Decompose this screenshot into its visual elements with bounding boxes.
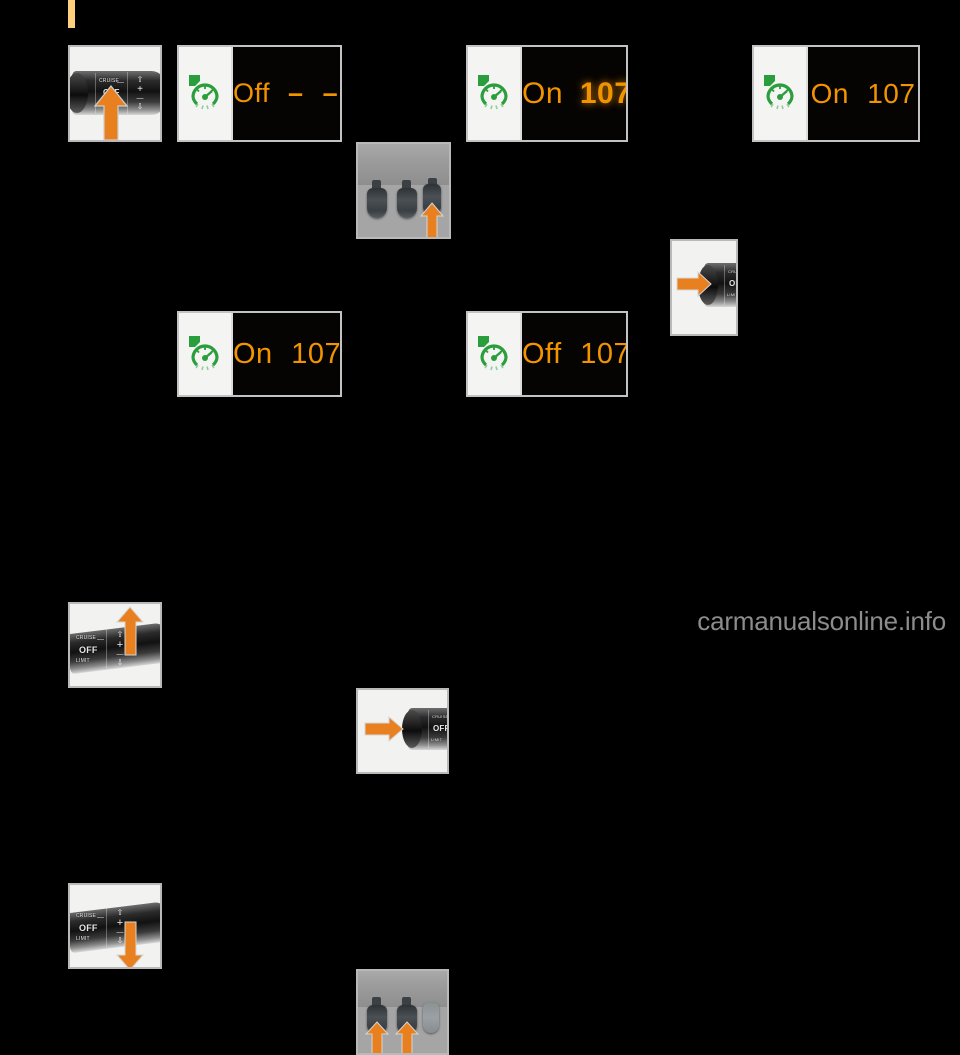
speedometer-icon — [758, 69, 802, 118]
arrow-up-icon — [94, 85, 128, 140]
speedometer-icon — [472, 69, 516, 118]
cluster-value-text: – – — [288, 78, 342, 108]
manual-page: CRUISE OFF LIMIT ⇧ + — ⇩ — — [0, 0, 960, 1055]
stalk-label-limit: LIMIT — [76, 658, 90, 664]
cluster-screen-pane: On 107 — [520, 47, 628, 140]
arrow-up-brake-icon — [365, 1021, 389, 1053]
stalk-label-off: OFF — [79, 923, 98, 933]
cluster-status-text: On — [810, 77, 849, 109]
cluster-screen-pane: On 107 — [806, 47, 918, 140]
stalk-label-off: OFF — [79, 645, 98, 655]
cluster-icon-pane — [468, 47, 520, 140]
step-cluster-on-107: On 107 — [752, 45, 920, 142]
cluster-value-text: 107 — [580, 337, 628, 370]
arrow-right-icon — [676, 271, 712, 297]
step-brake-and-accelerator-press — [356, 969, 449, 1055]
step-stalk-rotate-up-to-cruise: CRUISE OFF LIMIT ⇧ + — ⇩ — — [68, 45, 162, 142]
step-cluster-off-dashes: Off – – — [177, 45, 342, 142]
speedometer-icon — [183, 69, 227, 118]
cluster-value-text: 107 — [579, 76, 628, 110]
cluster-value-text: 107 — [867, 77, 916, 109]
cluster-screen-pane: Off 107 — [520, 313, 628, 395]
stalk-label-cruise: CRUISE — [432, 714, 449, 719]
cluster-screen-pane: On 107 — [231, 313, 342, 395]
arrow-up-pedal-icon — [420, 202, 444, 237]
stalk-glyph-plus: + — [137, 84, 143, 95]
stalk-label-limit: LIMIT — [431, 737, 443, 742]
cluster-status-text: On — [233, 337, 273, 370]
chapter-marker — [68, 0, 75, 28]
stalk-glyph-dash: — — [97, 914, 105, 921]
step-stalk-rocker-down: CRUISE OFF LIMIT ⇧ + — ⇩ — — [68, 883, 162, 969]
cluster-status-text: On — [522, 76, 564, 110]
step-accelerator-pedal-press — [356, 142, 451, 239]
arrow-down-icon — [116, 921, 144, 967]
stalk-label-limit: LIMIT — [727, 292, 738, 297]
stalk-label-off: OFF — [729, 279, 736, 288]
site-watermark: carmanualsonline.info — [697, 606, 946, 636]
stalk-glyph-up: ⇧ — [116, 908, 124, 917]
cluster-status-text: Off — [522, 337, 562, 370]
stalk-glyph-down: ⇩ — [116, 658, 124, 667]
stalk-glyph-down: ⇩ — [136, 102, 144, 111]
step-stalk-rocker-up: CRUISE OFF LIMIT ⇧ + — ⇩ — — [68, 602, 162, 688]
cluster-icon-pane — [179, 47, 231, 140]
cluster-status-text: Off — [233, 78, 271, 108]
stalk-label-cruise: CRUISE — [728, 269, 738, 274]
step-stalk-push-forward: CRUISE OFF LIMIT — [670, 239, 738, 336]
arrow-up-accelerator-icon — [395, 1021, 419, 1053]
step-cluster-off-107: Off 107 — [466, 311, 628, 397]
stalk-glyph-minus: — — [136, 95, 144, 102]
stalk-label-off: OFF — [433, 724, 449, 733]
stalk-glyph-up: ⇧ — [136, 75, 144, 84]
stalk-label-cruise: CRUISE — [76, 635, 97, 641]
step-cluster-on-107-bold: On 107 — [466, 45, 628, 142]
speedometer-icon — [183, 330, 227, 379]
stalk-label-limit: LIMIT — [76, 936, 90, 942]
cluster-screen-pane: Off – – — [231, 47, 342, 140]
arrow-right-icon — [364, 716, 404, 742]
speedometer-icon — [472, 330, 516, 379]
cluster-value-text: 107 — [291, 337, 342, 370]
cluster-icon-pane — [179, 313, 231, 395]
arrow-up-icon — [116, 606, 144, 656]
cluster-icon-pane — [754, 47, 806, 140]
step-cluster-on-107-row2: On 107 — [177, 311, 342, 397]
stalk-label-cruise: CRUISE — [76, 913, 97, 919]
step-stalk-push-forward-row2: CRUISE OFF LIMIT — [356, 688, 449, 774]
cluster-icon-pane — [468, 313, 520, 395]
